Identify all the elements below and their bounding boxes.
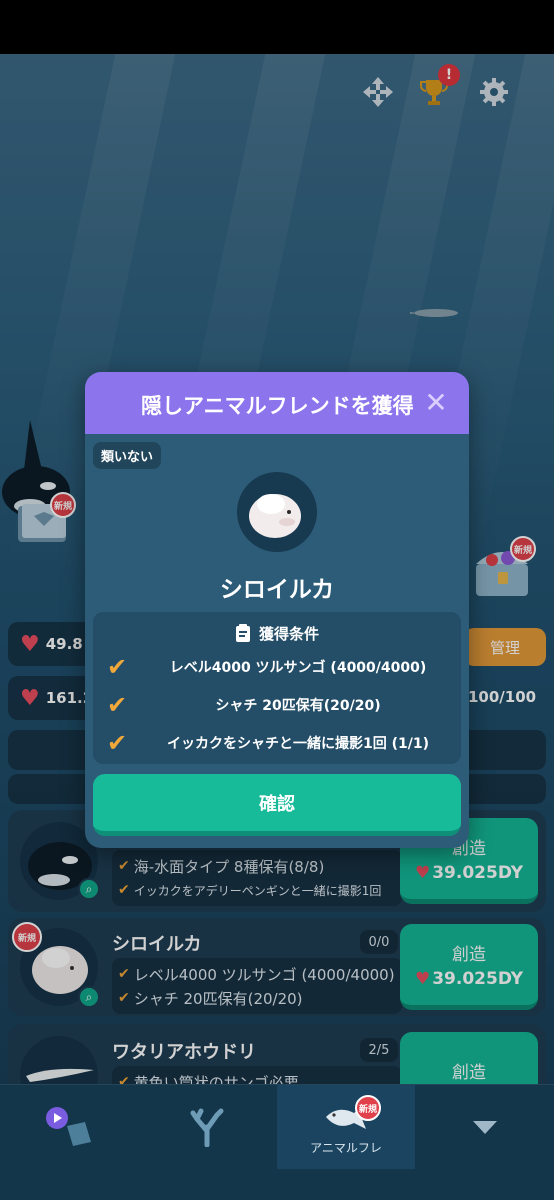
new-badge: 新規 [355,1095,381,1121]
acquisition-conditions: 獲得条件 ✔ レベル4000 ツルサンゴ (4000/4000) ✔ シャチ 2… [93,612,461,764]
tab-label: アニマルフレ [310,1140,382,1155]
clipboard-icon [235,624,250,642]
condition-text: シャチ 20匹保有(20/20) [215,698,381,714]
tab-coral[interactable] [138,1085,276,1169]
modal-animal-name: シロイルカ [219,577,335,603]
condition-text: イッカクをシャチと一緒に撮影1回 (1/1) [166,736,429,752]
conditions-header: 獲得条件 [93,618,461,648]
condition-item: ✔ レベル4000 ツルサンゴ (4000/4000) [107,652,457,682]
check-icon: ✔ [107,691,128,719]
condition-text: レベル4000 ツルサンゴ (4000/4000) [169,660,427,676]
beluga-portrait [237,472,317,552]
close-icon[interactable]: ✕ [421,388,451,418]
tab-collapse[interactable] [416,1085,554,1169]
tab-video[interactable] [0,1085,138,1169]
status-bar [0,0,554,54]
check-icon: ✔ [107,729,128,757]
modal-title: 隠しアニマルフレンドを獲得 [141,394,414,418]
tab-animal-friends[interactable]: 新規 アニマルフレ [277,1085,415,1169]
condition-item: ✔ シャチ 20匹保有(20/20) [107,690,457,720]
condition-item: ✔ イッカクをシャチと一緒に撮影1回 (1/1) [107,728,457,758]
coral-icon [190,1108,224,1147]
check-icon: ✔ [107,653,128,681]
confirm-button[interactable]: 確認 [93,774,461,836]
video-play-icon [46,1107,91,1146]
hidden-animal-modal: 隠しアニマルフレンドを獲得 ✕ 類いない シロイルカ 獲得条件 ✔ レベル400… [85,372,469,848]
chevron-down-icon [473,1121,497,1134]
conditions-header-label: 獲得条件 [258,624,319,643]
rarity-badge: 類いない [93,442,162,469]
bottom-navigation: 新規 アニマルフレ [0,1084,554,1200]
